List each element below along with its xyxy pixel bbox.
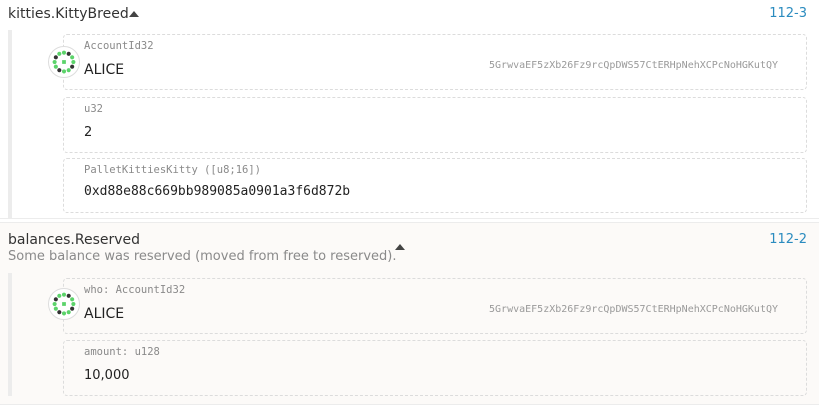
identicon-dot (53, 306, 58, 311)
identicon-center (62, 60, 66, 64)
identicon-dot (52, 59, 57, 65)
identicon-dot (53, 55, 58, 60)
param-label: who: AccountId32 (84, 284, 186, 296)
event-title[interactable]: kitties.KittyBreed (8, 6, 129, 22)
caret-up-icon[interactable] (395, 244, 405, 250)
identicon-dot (70, 306, 75, 311)
identicon[interactable] (48, 46, 80, 78)
identicon-dot (57, 293, 62, 298)
event-index-link[interactable]: 112-2 (769, 232, 807, 247)
param-bar (8, 30, 12, 219)
event-kitties-kittybreed: kitties.KittyBreed 112-3 AccountId32 ALI… (0, 0, 819, 219)
identicon-dot (66, 293, 71, 298)
identicon-dot (61, 50, 67, 55)
identicon-dot (66, 68, 71, 73)
param-label: u32 (84, 103, 103, 115)
param-label: AccountId32 (84, 40, 154, 52)
identicon-dot (70, 55, 75, 60)
param-value: 10,000 (84, 368, 130, 383)
identicon-dot (66, 310, 71, 315)
identicon-dot (61, 311, 67, 316)
identicon-dot (71, 59, 76, 65)
identicon-dot (61, 292, 67, 297)
account-name: ALICE (84, 306, 125, 322)
identicon-dot (52, 301, 57, 307)
param-bar (8, 273, 12, 396)
param-field-amount: amount: u128 10,000 (63, 340, 807, 396)
identicon-dot (66, 51, 71, 56)
identicon[interactable] (48, 288, 80, 320)
account-name: ALICE (84, 62, 125, 78)
identicon-dot (57, 68, 62, 73)
param-value: 2 (84, 125, 93, 140)
account-address[interactable]: 5GrwvaEF5zXb26Fz9rcQpDWS57CtERHpNehXCPcN… (489, 304, 778, 315)
identicon-dot (53, 64, 58, 69)
caret-up-icon[interactable] (129, 11, 139, 17)
identicon-dot (53, 297, 58, 302)
identicon-dot (71, 301, 76, 307)
account-address[interactable]: 5GrwvaEF5zXb26Fz9rcQpDWS57CtERHpNehXCPcN… (489, 60, 778, 71)
param-label: amount: u128 (84, 346, 160, 358)
identicon-dot (70, 297, 75, 302)
identicon-center (62, 302, 66, 306)
event-title[interactable]: balances.Reserved (8, 232, 140, 248)
param-field-kitty: PalletKittiesKitty ([u8;16]) 0xd88e88c66… (63, 158, 807, 213)
param-field-account: AccountId32 ALICE 5GrwvaEF5zXb26Fz9rcQpD… (63, 34, 807, 90)
event-balances-reserved: balances.Reserved Some balance was reser… (0, 222, 819, 405)
event-index-link[interactable]: 112-3 (769, 6, 807, 21)
identicon-dot (57, 51, 62, 56)
identicon-dot (57, 310, 62, 315)
param-value: 0xd88e88c669bb989085a0901a3f6d872b (84, 184, 351, 199)
param-field-u32: u32 2 (63, 97, 807, 153)
param-field-who: who: AccountId32 ALICE 5GrwvaEF5zXb26Fz9… (63, 278, 807, 334)
event-description: Some balance was reserved (moved from fr… (8, 249, 397, 264)
identicon-dot (61, 69, 67, 74)
param-label: PalletKittiesKitty ([u8;16]) (84, 164, 262, 176)
identicon-dot (70, 64, 75, 69)
